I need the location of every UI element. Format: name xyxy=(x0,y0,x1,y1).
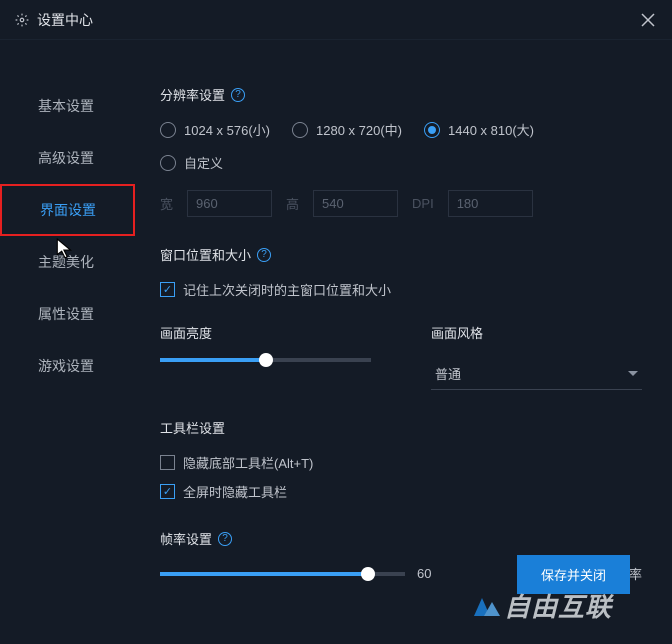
content-panel: 分辨率设置 ? 1024 x 576(小) 1280 x 720(中) 1440… xyxy=(135,40,672,644)
radio-1024[interactable]: 1024 x 576(小) xyxy=(160,120,270,139)
chevron-down-icon xyxy=(628,371,638,376)
window-title: 窗口位置和大小 ? xyxy=(160,245,642,264)
dpi-input[interactable] xyxy=(448,190,533,217)
width-input[interactable] xyxy=(187,190,272,217)
resolution-radio-row: 1024 x 576(小) 1280 x 720(中) 1440 x 810(大… xyxy=(160,120,642,139)
custom-size-row: 宽 高 DPI xyxy=(160,190,642,217)
sidebar-item-theme[interactable]: 主题美化 xyxy=(0,236,135,288)
watermark-logo-icon xyxy=(474,596,500,616)
hide-fullscreen-toolbar-checkbox[interactable]: 全屏时隐藏工具栏 xyxy=(160,482,642,501)
checkbox-icon xyxy=(160,282,175,297)
fps-value: 60 xyxy=(417,566,431,581)
sidebar-item-game[interactable]: 游戏设置 xyxy=(0,340,135,392)
sidebar-item-interface[interactable]: 界面设置 xyxy=(0,184,135,236)
brightness-slider[interactable] xyxy=(160,358,371,362)
toolbar-title: 工具栏设置 xyxy=(160,418,642,437)
radio-1280[interactable]: 1280 x 720(中) xyxy=(292,120,402,139)
radio-1440[interactable]: 1440 x 810(大) xyxy=(424,120,534,139)
help-icon[interactable]: ? xyxy=(257,248,271,262)
fps-title: 帧率设置 ? xyxy=(160,529,642,548)
gear-icon xyxy=(15,13,29,27)
sidebar-item-advanced[interactable]: 高级设置 xyxy=(0,132,135,184)
help-icon[interactable]: ? xyxy=(231,88,245,102)
radio-custom[interactable]: 自定义 xyxy=(160,153,223,172)
help-icon[interactable]: ? xyxy=(218,532,232,546)
style-title: 画面风格 xyxy=(431,323,642,342)
style-select[interactable]: 普通 xyxy=(431,358,642,390)
width-label: 宽 xyxy=(160,194,173,213)
fps-slider[interactable] xyxy=(160,572,405,576)
hide-bottom-toolbar-checkbox[interactable]: 隐藏底部工具栏(Alt+T) xyxy=(160,453,642,472)
close-button[interactable] xyxy=(639,11,657,29)
dpi-label: DPI xyxy=(412,196,434,211)
checkbox-icon xyxy=(160,455,175,470)
resolution-title: 分辨率设置 ? xyxy=(160,85,642,104)
window-title: 设置中心 xyxy=(37,10,639,30)
height-input[interactable] xyxy=(313,190,398,217)
sidebar: 基本设置 高级设置 界面设置 主题美化 属性设置 游戏设置 xyxy=(0,40,135,644)
sidebar-item-basic[interactable]: 基本设置 xyxy=(0,80,135,132)
brightness-title: 画面亮度 xyxy=(160,323,371,342)
title-bar: 设置中心 xyxy=(0,0,672,40)
height-label: 高 xyxy=(286,194,299,213)
watermark: 自由互联 xyxy=(474,587,612,624)
checkbox-icon xyxy=(160,484,175,499)
sidebar-item-property[interactable]: 属性设置 xyxy=(0,288,135,340)
remember-window-checkbox[interactable]: 记住上次关闭时的主窗口位置和大小 xyxy=(160,280,642,299)
